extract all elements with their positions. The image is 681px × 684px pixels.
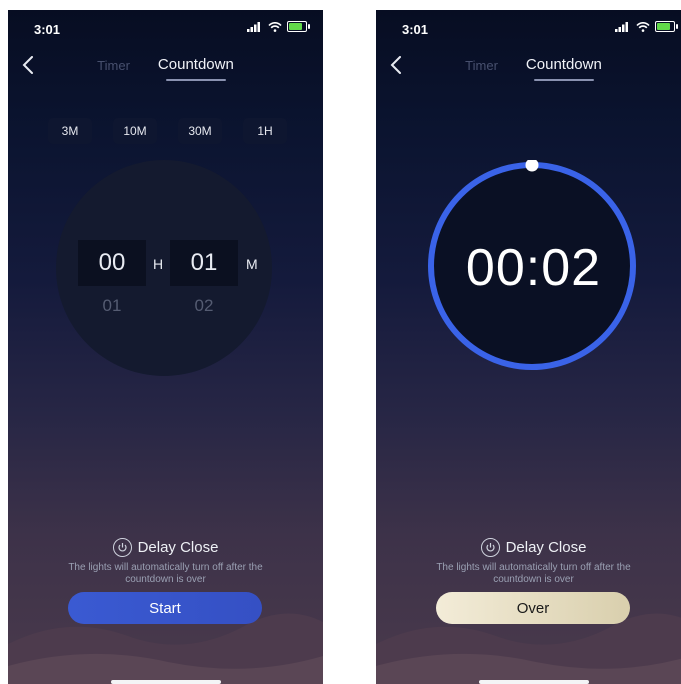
status-icons	[615, 21, 678, 32]
delay-close-label: Delay Close	[505, 539, 587, 556]
countdown-display: 00:02	[465, 239, 602, 297]
wifi-icon	[268, 21, 282, 32]
status-time: 3:01	[402, 22, 429, 37]
hours-picker[interactable]: 00 01	[78, 240, 146, 316]
delay-close-title: Delay Close	[8, 538, 323, 557]
minutes-next: 02	[194, 296, 214, 315]
over-button[interactable]: Over	[436, 592, 630, 624]
battery-charging-icon	[655, 21, 678, 32]
hours-selected: 00	[78, 240, 146, 286]
mountain-background	[376, 613, 681, 684]
hours-unit: H	[153, 256, 164, 272]
preset-buttons: 3M 10M 30M 1H	[48, 118, 287, 144]
tab-timer[interactable]: Timer	[465, 56, 498, 81]
tab-countdown[interactable]: Countdown	[158, 56, 234, 81]
mode-tabs: Timer Countdown	[376, 56, 681, 81]
timer-setup-screen: 3:01 Timer Countdown 3M 10M 30M 1H 00 01…	[8, 10, 323, 684]
status-bar: 3:01	[376, 10, 681, 48]
preset-30m-button[interactable]: 30M	[178, 118, 222, 144]
start-button[interactable]: Start	[68, 592, 262, 624]
minutes-selected: 01	[170, 240, 238, 286]
status-bar: 3:01	[8, 10, 323, 48]
delay-close-section: Delay Close The lights will automaticall…	[8, 538, 323, 586]
home-indicator	[479, 680, 589, 684]
power-icon	[480, 538, 500, 557]
status-icons	[247, 21, 310, 32]
wifi-icon	[636, 21, 650, 32]
tab-timer[interactable]: Timer	[97, 56, 130, 81]
minutes-picker[interactable]: 01 02	[170, 240, 238, 316]
preset-1h-button[interactable]: 1H	[243, 118, 287, 144]
hours-next: 01	[102, 296, 122, 315]
signal-icon	[615, 21, 628, 32]
minutes-unit: M	[246, 256, 258, 272]
battery-charging-icon	[287, 21, 310, 32]
preset-3m-button[interactable]: 3M	[48, 118, 92, 144]
delay-close-description: The lights will automatically turn off a…	[436, 562, 631, 585]
preset-10m-button[interactable]: 10M	[113, 118, 157, 144]
delay-close-section: Delay Close The lights will automaticall…	[376, 538, 681, 586]
delay-close-title: Delay Close	[376, 538, 681, 557]
tab-countdown[interactable]: Countdown	[526, 56, 602, 81]
delay-close-description: The lights will automatically turn off a…	[68, 562, 263, 585]
countdown-running-screen: 3:01 Timer Countdown 00:02 Delay Close T…	[376, 10, 681, 684]
home-indicator	[111, 680, 221, 684]
delay-close-label: Delay Close	[137, 539, 219, 556]
power-icon	[112, 538, 132, 557]
signal-icon	[247, 21, 260, 32]
mode-tabs: Timer Countdown	[8, 56, 323, 81]
mountain-background	[8, 613, 323, 684]
status-time: 3:01	[34, 22, 61, 37]
